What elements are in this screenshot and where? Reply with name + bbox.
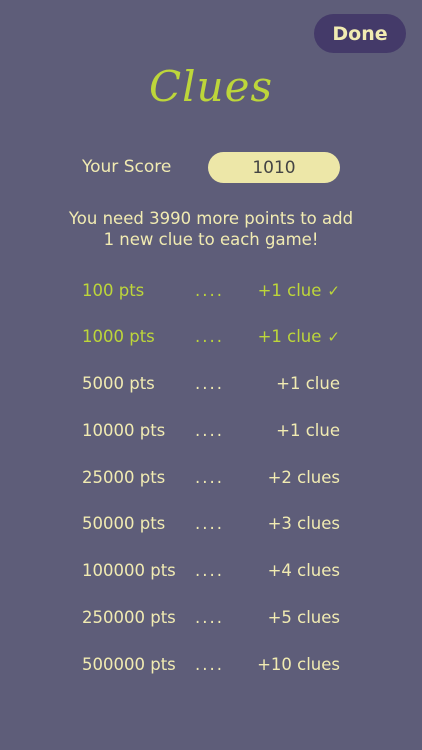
reward-points: 100 pts [82,281,145,300]
progress-message-line-2: 1 new clue to each game! [103,230,319,249]
score-label: Your Score [82,157,172,177]
done-button[interactable]: Done [314,14,406,53]
reward-row: 25000 pts .... +2 clues [82,468,340,492]
reward-value: +10 clues [257,655,340,674]
leader-dots: .... [195,514,224,533]
reward-row: 5000 pts .... +1 clue [82,374,340,398]
score-value: 1010 [208,152,340,183]
reward-row: 50000 pts .... +3 clues [82,514,340,538]
reward-row: 500000 pts .... +10 clues [82,655,340,679]
reward-value: +2 clues [267,468,340,487]
reward-row: 1000 pts .... +1 clue ✓ [82,327,340,351]
reward-points: 500000 pts [82,655,176,674]
reward-row: 10000 pts .... +1 clue [82,421,340,445]
reward-points: 100000 pts [82,561,176,580]
page-title: Clues [148,62,274,111]
leader-dots: .... [195,327,224,346]
reward-value: +1 clue [276,421,340,440]
reward-value: +5 clues [267,608,340,627]
reward-points: 25000 pts [82,468,166,487]
reward-value: +1 clue ✓ [257,281,340,300]
reward-points: 1000 pts [82,327,155,346]
leader-dots: .... [195,655,224,674]
reward-points: 250000 pts [82,608,176,627]
leader-dots: .... [195,421,224,440]
reward-row: 100000 pts .... +4 clues [82,561,340,585]
reward-points: 50000 pts [82,514,166,533]
progress-message-line-1: You need 3990 more points to add [68,209,354,228]
leader-dots: .... [195,468,224,487]
reward-value: +4 clues [267,561,340,580]
reward-value: +3 clues [267,514,340,533]
reward-row: 100 pts .... +1 clue ✓ [82,281,340,305]
leader-dots: .... [195,561,224,580]
checkmark-icon: ✓ [327,328,340,346]
reward-value: +1 clue ✓ [257,327,340,346]
leader-dots: .... [195,281,224,300]
progress-message: You need 3990 more points to add 1 new c… [0,208,422,250]
leader-dots: .... [195,374,224,393]
reward-points: 10000 pts [82,421,166,440]
reward-value: +1 clue [276,374,340,393]
reward-points: 5000 pts [82,374,155,393]
reward-row: 250000 pts .... +5 clues [82,608,340,632]
checkmark-icon: ✓ [327,282,340,300]
leader-dots: .... [195,608,224,627]
